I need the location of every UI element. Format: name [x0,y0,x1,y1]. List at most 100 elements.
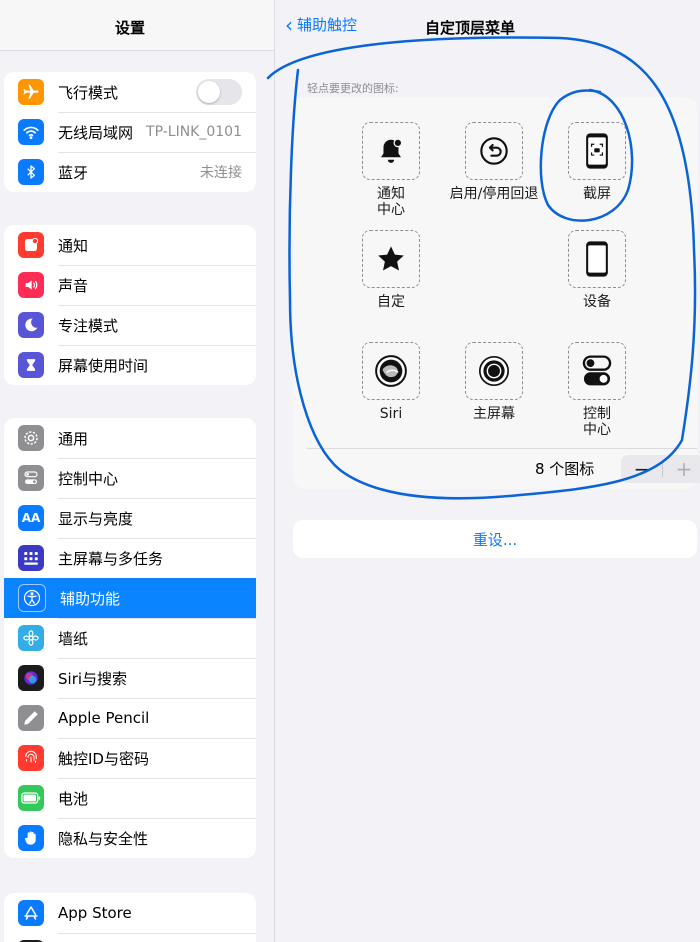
sidebar-item-focus[interactable]: 专注模式 [4,305,256,345]
sidebar-item-apple-pencil[interactable]: Apple Pencil [4,698,256,738]
home-button-icon [465,342,523,400]
notification-center-icon [362,122,420,180]
sidebar-item-label: Siri与搜索 [58,669,128,688]
notification-icon [18,232,44,258]
screenshot-icon [568,122,626,180]
airplane-mode-toggle[interactable] [196,79,242,105]
increase-icon-count-button[interactable]: + [663,455,700,483]
sidebar-item-bluetooth[interactable]: 蓝牙 未连接 [4,152,256,192]
top-menu-icon-grid: 通知 中心 启用/停用回退 截屏 自定 设备 Siri 主屏幕 控制 中心 8 … [293,97,700,489]
sidebar-item-home-screen[interactable]: 主屏幕与多任务 [4,538,256,578]
sidebar-item-label: 隐私与安全性 [58,829,149,848]
undo-icon [465,122,523,180]
sidebar-item-label: 蓝牙 [58,163,89,182]
bluetooth-icon [18,159,44,185]
page-title: 自定顶层菜单 [425,19,516,37]
menu-slot-screenshot[interactable]: 截屏 [537,122,657,202]
control-center-icon [568,342,626,400]
sidebar-item-label: 声音 [58,276,89,295]
menu-slot-label-text: 控制 中心 [583,406,611,438]
sidebar-item-label: 墙纸 [58,629,89,648]
wifi-icon [18,119,44,145]
sidebar-item-label: 无线局域网 [58,123,134,142]
card-divider [307,448,697,449]
siri-icon [18,665,44,691]
sidebar-item-control-center[interactable]: 控制中心 [4,458,256,498]
chevron-left-icon: ‹ [285,12,293,37]
settings-group-connectivity: 飞行模式 无线局域网 TP-LINK_0101 蓝牙 未连接 [4,72,256,192]
settings-group-notifications: 通知 声音 专注模式 屏幕使用时间 [4,225,256,385]
accessibility-icon [18,584,46,612]
menu-slot-custom[interactable]: 自定 [331,230,451,310]
settings-group-general: 通用 控制中心 AA 显示与亮度 主屏幕与多任务 辅助功能 墙纸 Siri与搜索… [4,418,256,858]
sidebar-item-privacy[interactable]: 隐私与安全性 [4,818,256,858]
siri-icon [362,342,420,400]
settings-sidebar: 设置 飞行模式 无线局域网 TP-LINK_0101 蓝牙 未连接 通知 声音 … [0,0,275,942]
menu-slot-home[interactable]: 主屏幕 [434,342,554,422]
home-grid-icon [18,545,44,571]
customize-top-menu-pane: ‹ 辅助触控 自定顶层菜单 轻点要更改的图标: 通知 中心 启用/停用回退 截屏 [275,0,700,942]
icon-count-label: 8 个图标 [535,460,595,478]
hand-icon [18,825,44,851]
sidebar-item-label: App Store [58,904,132,922]
sidebar-item-label: 飞行模式 [58,83,119,102]
display-icon: AA [18,505,44,531]
reset-button[interactable]: 重设... [293,520,697,558]
app-store-icon [18,900,44,926]
control-center-icon [18,465,44,491]
menu-slot-device[interactable]: 设备 [537,230,657,310]
sidebar-header: 设置 [0,0,274,51]
section-caption: 轻点要更改的图标: [307,82,399,95]
menu-slot-label: 设备 [583,294,611,310]
sidebar-item-general[interactable]: 通用 [4,418,256,458]
hourglass-icon [18,352,44,378]
menu-slot-label-text: 通知 中心 [377,186,405,218]
sidebar-item-label: 电池 [58,789,89,808]
settings-group-store: App Store [4,893,256,942]
sidebar-item-wallpaper[interactable]: 墙纸 [4,618,256,658]
sidebar-item-battery[interactable]: 电池 [4,778,256,818]
navigation-bar: ‹ 辅助触控 自定顶层菜单 [275,0,700,50]
decrease-icon-count-button[interactable]: − [621,455,663,483]
sidebar-item-label: 通知 [58,236,89,255]
sidebar-item-label: 控制中心 [58,469,119,488]
sidebar-item-label: 专注模式 [58,316,119,335]
back-button[interactable]: ‹ 辅助触控 [285,14,357,35]
sidebar-item-notifications[interactable]: 通知 [4,225,256,265]
sidebar-item-app-store[interactable]: App Store [4,893,256,933]
sidebar-item-label: 屏幕使用时间 [58,356,149,375]
battery-icon [18,785,44,811]
sidebar-item-accessibility[interactable]: 辅助功能 [4,578,256,618]
sound-icon [18,272,44,298]
menu-slot-control-center[interactable]: 控制 中心 [537,342,657,438]
sidebar-item-label: Apple Pencil [58,709,150,727]
star-icon [362,230,420,288]
sidebar-item-partial[interactable] [4,933,256,942]
device-icon [568,230,626,288]
menu-slot-label: Siri [379,406,403,422]
menu-slot-undo[interactable]: 启用/停用回退 [434,122,554,202]
sidebar-item-display[interactable]: AA 显示与亮度 [4,498,256,538]
icon-count-stepper[interactable]: − + [621,455,700,483]
menu-slot-label: 截屏 [583,186,611,202]
menu-slot-notification-center[interactable]: 通知 中心 [331,122,451,218]
menu-slot-label: 主屏幕 [473,406,515,422]
sidebar-item-label: 显示与亮度 [58,509,134,528]
wifi-network-value: TP-LINK_0101 [146,124,242,140]
bluetooth-status-value: 未连接 [200,165,242,181]
menu-slot-siri[interactable]: Siri [331,342,451,422]
sidebar-item-siri[interactable]: Siri与搜索 [4,658,256,698]
menu-slot-label: 通知 中心 [331,186,451,218]
menu-slot-label: 启用/停用回退 [449,186,539,202]
menu-slot-label: 控制 中心 [537,406,657,438]
sidebar-item-sounds[interactable]: 声音 [4,265,256,305]
sidebar-item-label: 辅助功能 [60,589,121,608]
wallpaper-icon [18,625,44,651]
fingerprint-icon [18,745,44,771]
sidebar-item-wifi[interactable]: 无线局域网 TP-LINK_0101 [4,112,256,152]
sidebar-item-touch-id[interactable]: 触控ID与密码 [4,738,256,778]
back-button-label: 辅助触控 [297,16,358,34]
sidebar-item-airplane-mode[interactable]: 飞行模式 [4,72,256,112]
sidebar-item-label: 触控ID与密码 [58,749,149,768]
sidebar-item-screen-time[interactable]: 屏幕使用时间 [4,345,256,385]
